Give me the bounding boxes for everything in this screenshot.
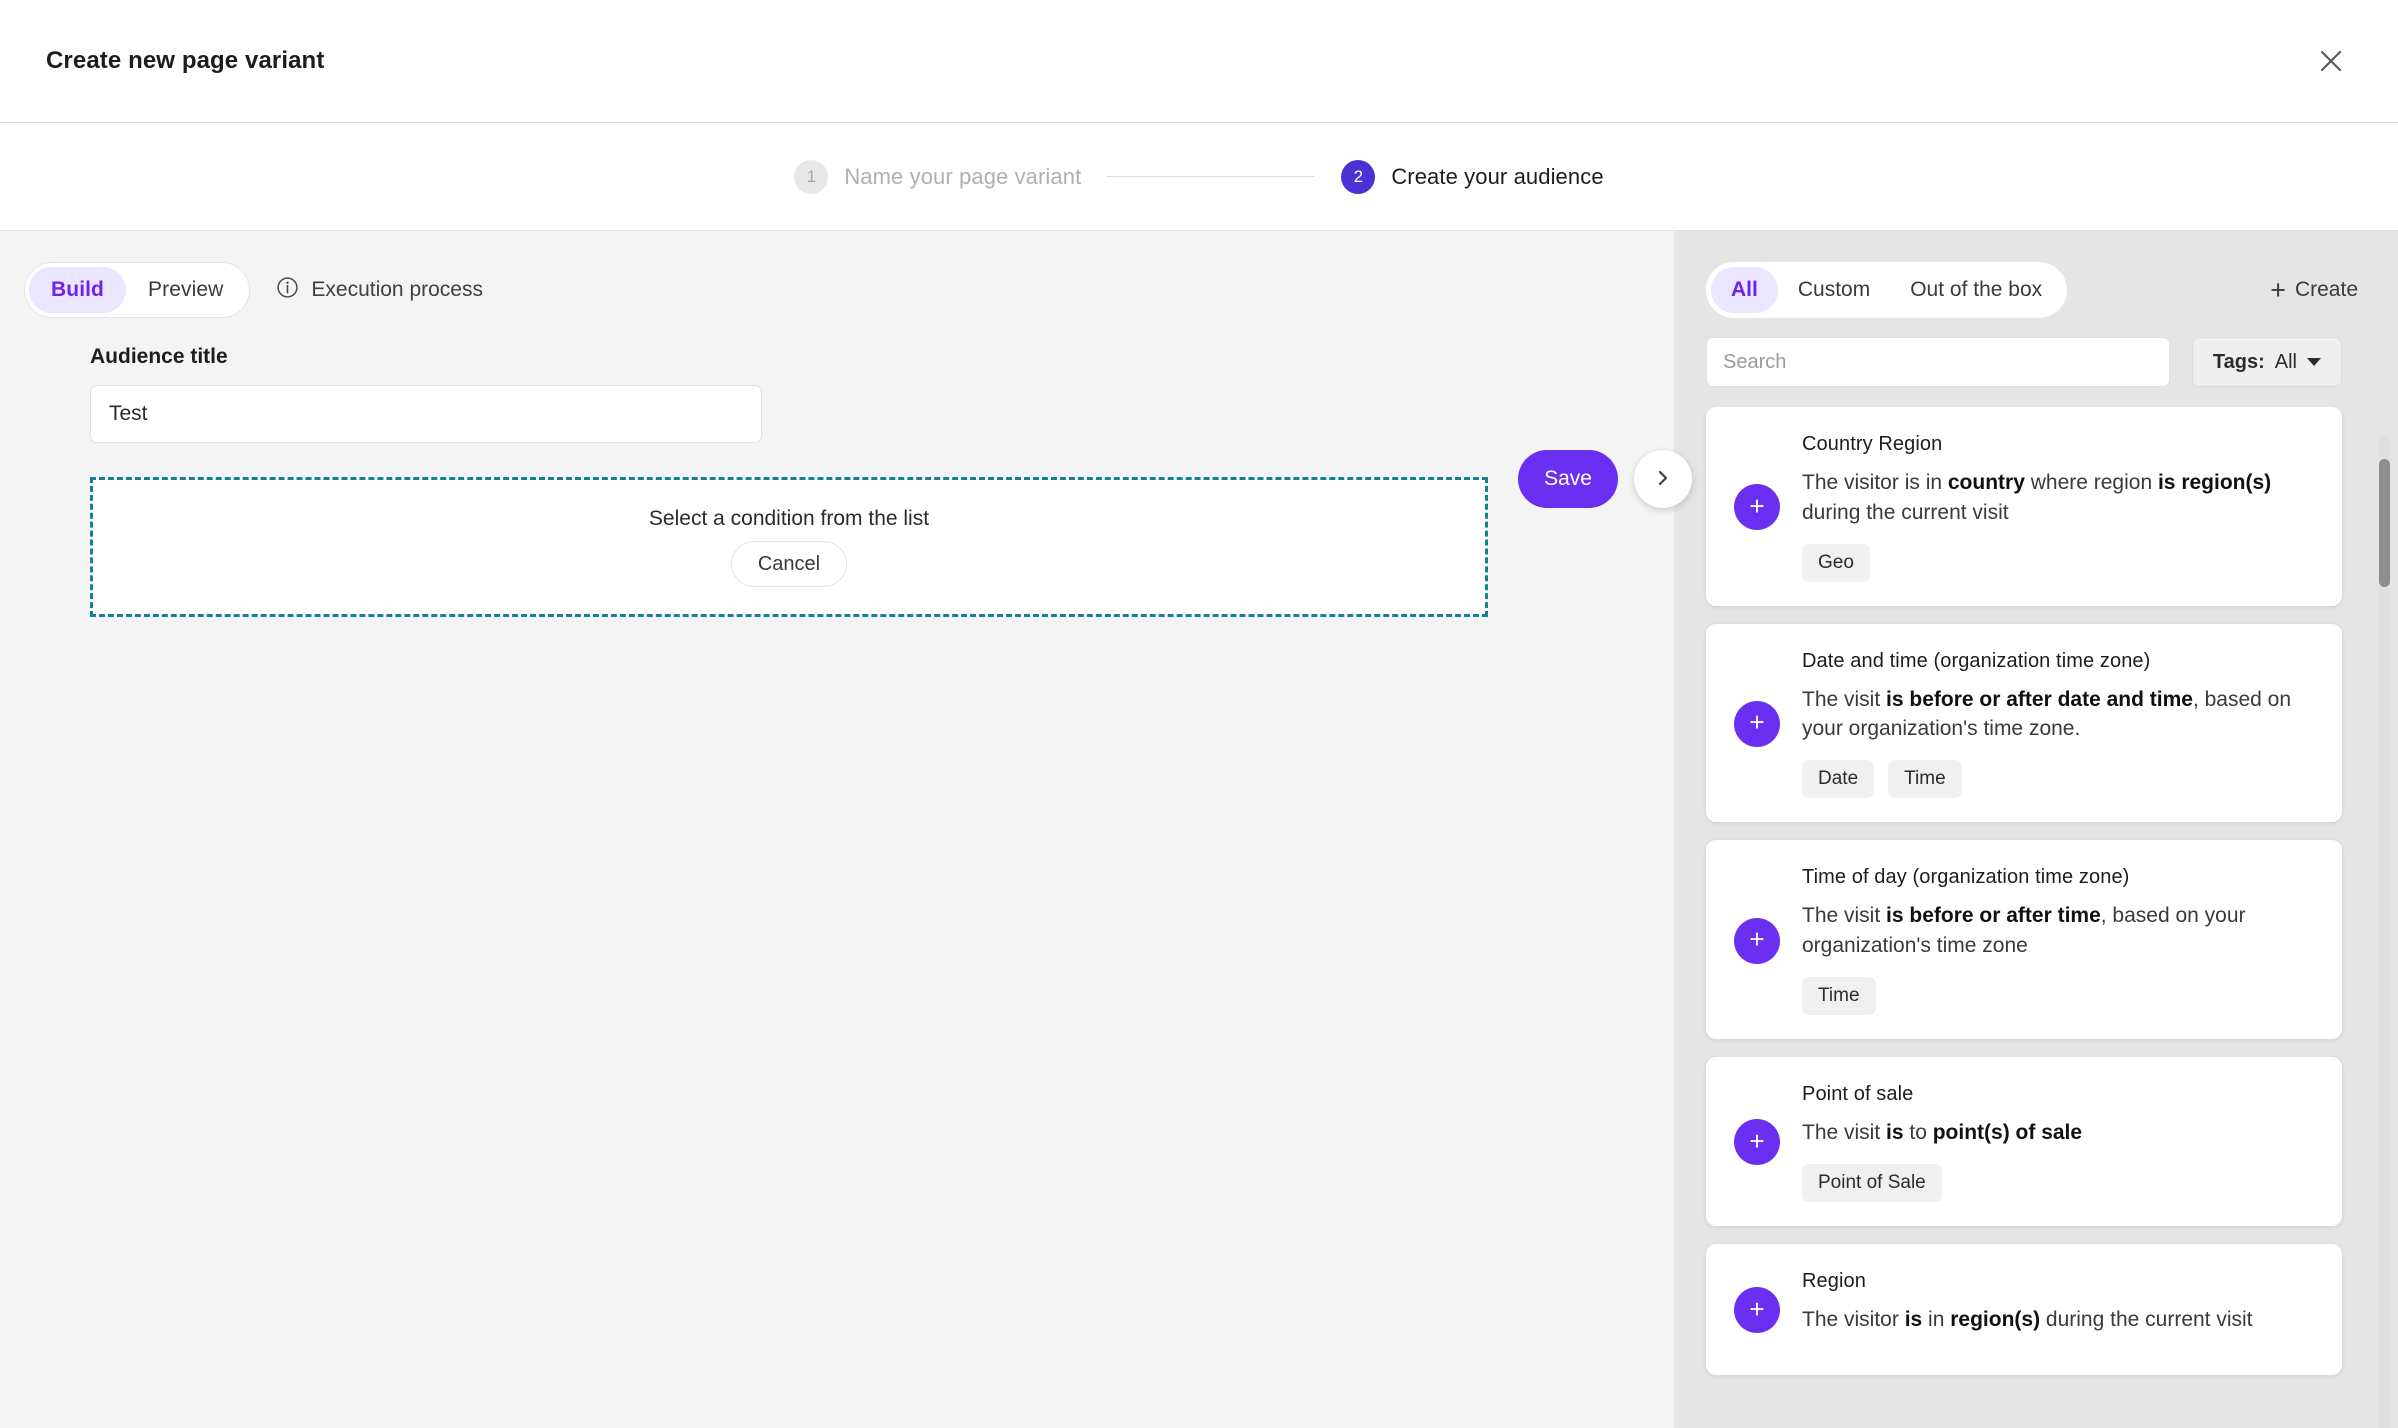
builder-toolbar: Build Preview Execution process — [0, 231, 1674, 318]
tab-all[interactable]: All — [1711, 267, 1778, 313]
audience-title-label: Audience title — [90, 345, 228, 368]
condition-card-body: Country Region The visitor is in country … — [1802, 433, 2314, 582]
chevron-right-icon — [1653, 468, 1673, 491]
condition-card-description: The visit is to point(s) of sale — [1802, 1120, 2083, 1144]
condition-card-body: Region The visitor is in region(s) during… — [1802, 1270, 2314, 1351]
conditions-panel: All Custom Out of the box + Create Tags:… — [1674, 231, 2398, 1428]
tags-filter-value: All — [2274, 350, 2297, 373]
modal-header: Create new page variant — [0, 0, 2398, 123]
conditions-tabbar: All Custom Out of the box + Create — [1674, 231, 2398, 318]
tag-chip: Time — [1888, 760, 1962, 799]
step-1-number: 1 — [794, 159, 829, 194]
step-2-number: 2 — [1341, 159, 1376, 194]
condition-card[interactable]: + Time of day (organization time zone) The… — [1706, 840, 2342, 1039]
tags-filter-prefix: Tags: — [2212, 350, 2265, 373]
save-button[interactable]: Save — [1518, 450, 1618, 508]
tab-custom[interactable]: Custom — [1778, 267, 1890, 313]
execution-process-link[interactable]: Execution process — [276, 276, 483, 305]
condition-card-body: Date and time (organization time zone) Th… — [1802, 650, 2314, 799]
collapse-panel-button[interactable] — [1634, 450, 1692, 508]
tab-preview[interactable]: Preview — [126, 267, 245, 313]
add-condition-button[interactable]: + — [1734, 484, 1780, 531]
condition-card-description: The visit is before or after time, based… — [1802, 904, 2246, 958]
step-2[interactable]: 2 Create your audience — [1341, 159, 1604, 194]
condition-card-body: Point of sale The visit is to point(s) of… — [1802, 1083, 2314, 1202]
builder-body: Audience title Select a condition from t… — [0, 315, 1674, 617]
condition-card-tags: Point of Sale — [1802, 1163, 2314, 1202]
add-condition-button[interactable]: + — [1734, 917, 1780, 964]
condition-dropzone[interactable]: Select a condition from the list Cancel — [90, 477, 1488, 617]
conditions-scrollbar[interactable] — [2379, 437, 2390, 1428]
conditions-filters: Tags: All — [1674, 315, 2398, 387]
condition-card-tags: Time — [1802, 976, 2314, 1015]
condition-card[interactable]: + Country Region The visitor is in country… — [1706, 407, 2342, 606]
step-1-label: Name your page variant — [844, 163, 1082, 189]
close-icon — [2318, 48, 2344, 74]
tag-chip: Point of Sale — [1802, 1163, 1942, 1202]
audience-title-input[interactable] — [90, 385, 762, 443]
dropzone-hint: Select a condition from the list — [648, 507, 930, 530]
plus-icon: + — [2270, 274, 2286, 305]
tab-build[interactable]: Build — [29, 267, 126, 313]
search-input[interactable] — [1706, 337, 2170, 387]
tag-chip: Date — [1802, 760, 1875, 799]
condition-card-description: The visitor is in country where region i… — [1802, 471, 2272, 524]
condition-card-title: Date and time (organization time zone) — [1802, 649, 2151, 672]
stepper: 1 Name your page variant 2 Create your a… — [794, 159, 1604, 194]
create-label: Create — [2294, 278, 2358, 301]
condition-card-tags: Date Time — [1802, 760, 2314, 799]
page-title: Create new page variant — [46, 47, 325, 74]
tags-filter-button[interactable]: Tags: All — [2191, 337, 2342, 387]
condition-card-description: The visit is before or after date and ti… — [1802, 687, 2292, 741]
tag-chip: Geo — [1802, 543, 1870, 582]
conditions-tab-group: All Custom Out of the box — [1706, 262, 2068, 318]
condition-card-tags: Geo — [1802, 543, 2314, 582]
scrollbar-thumb[interactable] — [2379, 459, 2390, 587]
add-condition-button[interactable]: + — [1734, 700, 1780, 747]
conditions-list: + Country Region The visitor is in country… — [1674, 407, 2398, 1428]
condition-card-title: Region — [1802, 1269, 1866, 1292]
execution-process-label: Execution process — [311, 278, 483, 301]
info-icon — [276, 276, 299, 305]
step-1[interactable]: 1 Name your page variant — [794, 159, 1082, 194]
condition-card-body: Time of day (organization time zone) The … — [1802, 866, 2314, 1015]
condition-card-title: Point of sale — [1802, 1082, 1914, 1105]
add-condition-button[interactable]: + — [1734, 1119, 1780, 1166]
stepper-connector — [1107, 176, 1316, 177]
condition-card[interactable]: + Point of sale The visit is to point(s) o… — [1706, 1056, 2342, 1226]
chevron-down-icon — [2307, 358, 2321, 366]
create-button[interactable]: + Create — [2270, 274, 2358, 305]
main-area: Build Preview Execution process Audience… — [0, 231, 2398, 1428]
condition-card-title: Country Region — [1802, 433, 1943, 455]
condition-card[interactable]: + Region The visitor is in region(s) durin… — [1706, 1243, 2342, 1375]
tab-out-of-the-box[interactable]: Out of the box — [1890, 267, 2062, 313]
tag-chip: Time — [1802, 976, 1876, 1015]
stepper-bar: 1 Name your page variant 2 Create your a… — [0, 123, 2398, 231]
add-condition-button[interactable]: + — [1734, 1287, 1780, 1334]
condition-card[interactable]: + Date and time (organization time zone) T… — [1706, 623, 2342, 823]
builder-pane: Build Preview Execution process Audience… — [0, 231, 1692, 1428]
close-button[interactable] — [2308, 38, 2354, 84]
cancel-button[interactable]: Cancel — [730, 541, 848, 587]
build-preview-toggle: Build Preview — [24, 262, 251, 318]
step-2-label: Create your audience — [1391, 163, 1604, 189]
condition-card-description: The visitor is in region(s) during the c… — [1802, 1307, 2253, 1331]
condition-card-title: Time of day (organization time zone) — [1802, 866, 2130, 889]
